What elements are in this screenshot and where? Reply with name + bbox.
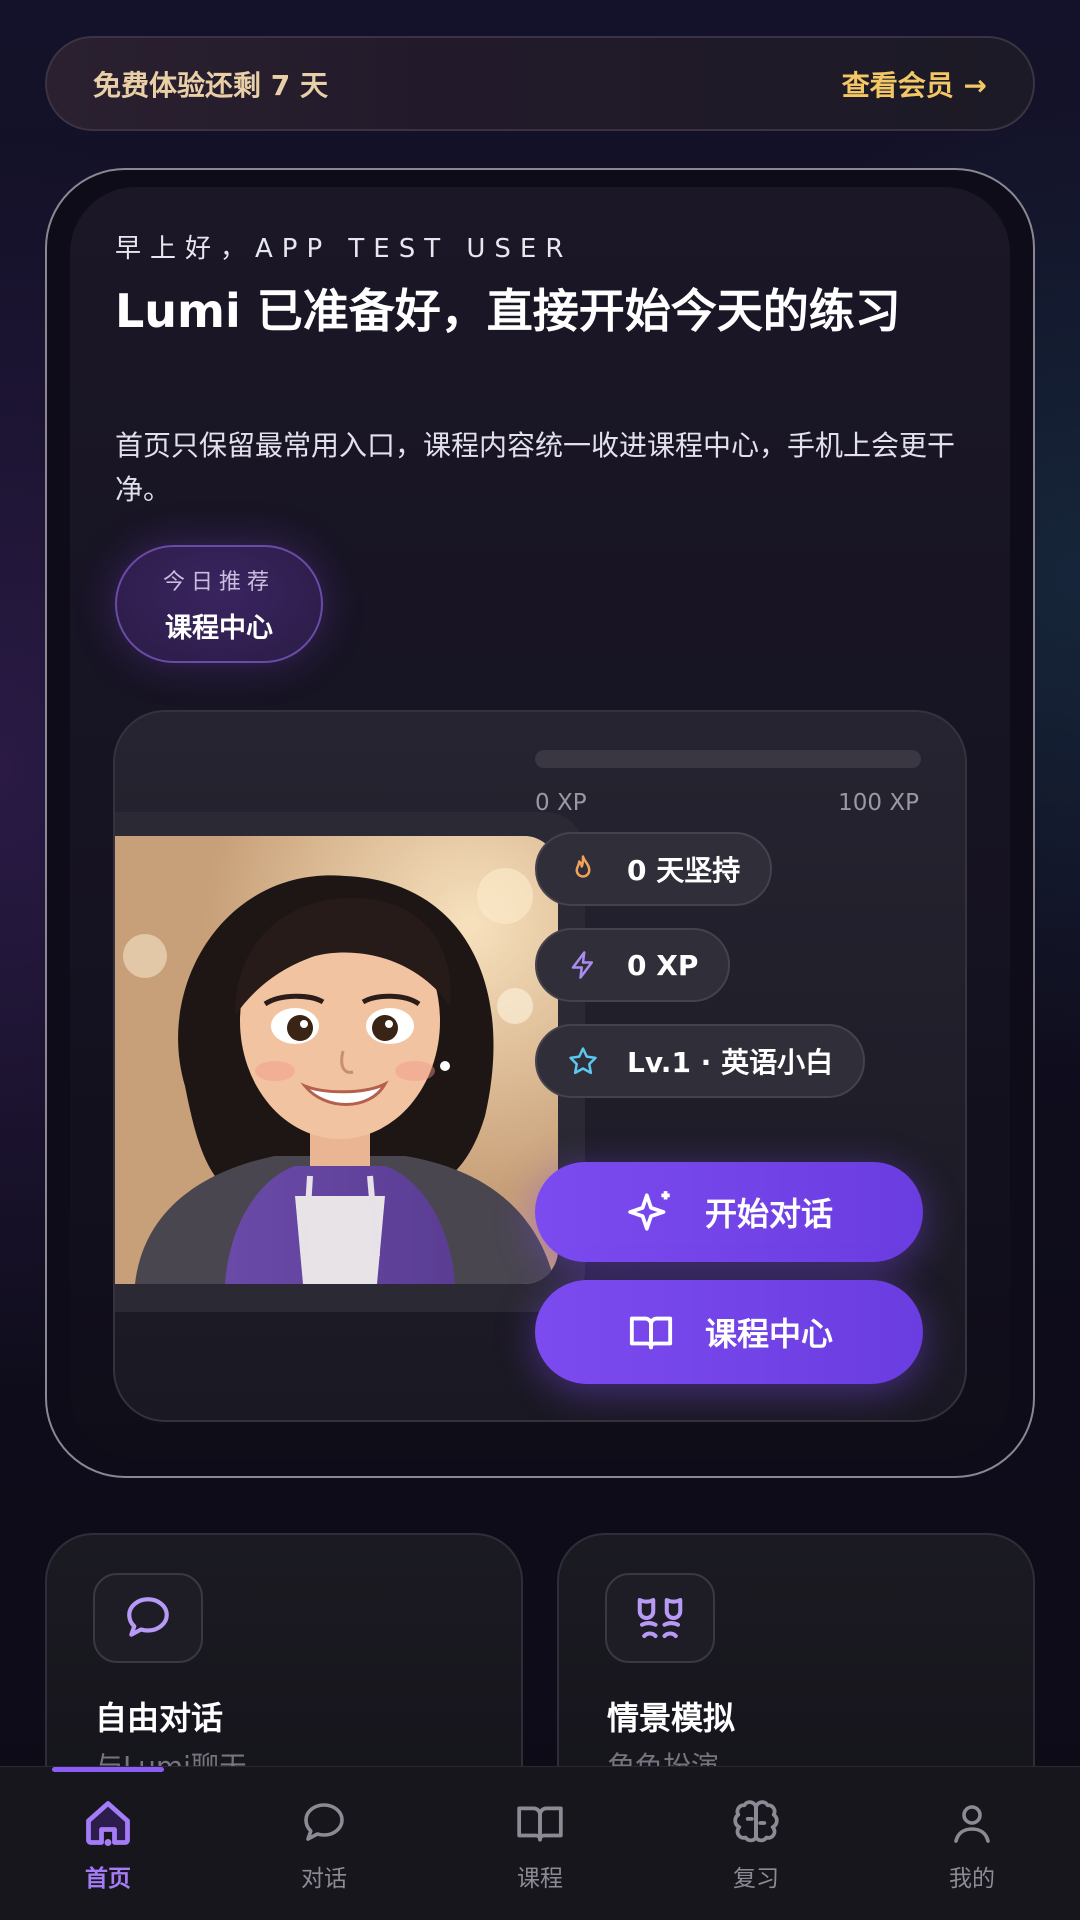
nav-item-review[interactable]: 复习 bbox=[686, 1795, 826, 1905]
streak-chip: 0 天坚持 bbox=[535, 832, 773, 906]
start-chat-button[interactable]: 开始对话 bbox=[535, 1162, 923, 1262]
user-icon bbox=[944, 1795, 1000, 1851]
nav-item-home[interactable]: 首页 bbox=[38, 1795, 178, 1905]
companion-card: 0 XP 100 XP 0 天坚持 0 XP Lv.1 · 英语小白 开始对话 … bbox=[113, 710, 967, 1422]
page-headline: Lumi 已准备好，直接开始今天的练习 bbox=[115, 284, 901, 338]
feature-title: 自由对话 bbox=[95, 1699, 224, 1737]
level-chip: Lv.1 · 英语小白 bbox=[535, 1024, 866, 1098]
course-center-label: 课程中心 bbox=[704, 1315, 833, 1353]
chat-bubble-icon bbox=[93, 1573, 203, 1663]
nav-active-indicator bbox=[52, 1767, 164, 1772]
streak-text: 0 天坚持 bbox=[627, 854, 741, 887]
book-icon bbox=[512, 1795, 568, 1851]
nav-label: 首页 bbox=[85, 1866, 131, 1892]
bottom-nav: 首页 对话 课程 复习 我的 bbox=[0, 1766, 1080, 1920]
nav-item-courses[interactable]: 课程 bbox=[470, 1795, 610, 1905]
star-icon bbox=[563, 1041, 603, 1081]
xp-text: 0 XP bbox=[627, 948, 699, 982]
xp-current-label: 0 XP bbox=[535, 790, 587, 816]
trial-remaining-text: 免费体验还剩 7 天 bbox=[93, 68, 328, 102]
lumi-avatar bbox=[115, 836, 558, 1284]
nav-label: 我的 bbox=[949, 1866, 995, 1892]
chat-bubble-icon bbox=[296, 1795, 352, 1851]
flame-icon bbox=[563, 849, 603, 889]
today-recommend-pill[interactable]: 今日推荐 课程中心 bbox=[115, 545, 323, 663]
xp-max-label: 100 XP bbox=[838, 790, 919, 816]
theater-masks-icon bbox=[605, 1573, 715, 1663]
open-book-icon bbox=[625, 1306, 677, 1358]
recommend-value: 课程中心 bbox=[165, 612, 273, 644]
course-center-button[interactable]: 课程中心 bbox=[535, 1280, 923, 1384]
hero-description: 首页只保留最常用入口，课程内容统一收进课程中心，手机上会更干净。 bbox=[115, 429, 956, 506]
nav-label: 复习 bbox=[733, 1866, 779, 1892]
home-icon bbox=[80, 1795, 136, 1851]
xp-chip: 0 XP bbox=[535, 928, 731, 1002]
start-chat-label: 开始对话 bbox=[704, 1195, 833, 1233]
trial-banner[interactable]: 免费体验还剩 7 天 查看会员 → bbox=[45, 36, 1035, 131]
view-membership-link[interactable]: 查看会员 → bbox=[842, 64, 987, 104]
sparkles-icon bbox=[625, 1186, 677, 1238]
feature-title: 情景模拟 bbox=[607, 1699, 736, 1737]
nav-label: 对话 bbox=[301, 1866, 347, 1892]
recommend-label: 今日推荐 bbox=[162, 569, 275, 595]
xp-progress-bar bbox=[535, 750, 921, 768]
greeting-text: 早上好，APP TEST USER bbox=[115, 234, 573, 264]
level-text: Lv.1 · 英语小白 bbox=[627, 1046, 834, 1079]
lightning-icon bbox=[563, 945, 603, 985]
nav-label: 课程 bbox=[517, 1866, 563, 1892]
nav-item-chat[interactable]: 对话 bbox=[254, 1795, 394, 1905]
nav-item-profile[interactable]: 我的 bbox=[902, 1795, 1042, 1905]
brain-icon bbox=[728, 1795, 784, 1851]
